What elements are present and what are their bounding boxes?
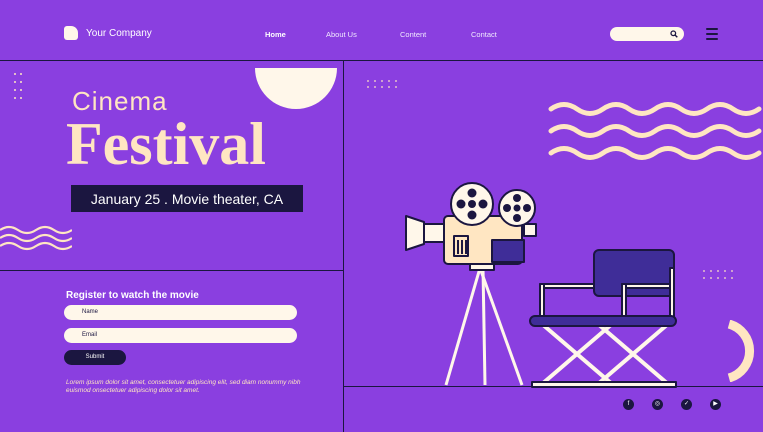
name-field[interactable]: Name xyxy=(64,305,297,320)
facebook-icon[interactable]: f xyxy=(623,399,634,410)
event-date-text: January 25 . Movie theater, CA xyxy=(90,190,284,207)
event-date-banner: January 25 . Movie theater, CA xyxy=(71,185,303,212)
nav-about-us[interactable]: About Us xyxy=(326,30,357,39)
film-camera-illustration xyxy=(405,182,537,386)
landing-page: Your Company Home About Us Content Conta… xyxy=(0,0,763,432)
search-input[interactable] xyxy=(610,27,684,41)
submit-button[interactable]: Submit xyxy=(64,350,126,365)
vertical-divider xyxy=(343,60,344,432)
dots-decoration-top xyxy=(367,80,397,88)
email-field[interactable]: Email xyxy=(64,328,297,343)
dots-decoration xyxy=(14,73,22,99)
nav-content[interactable]: Content xyxy=(400,30,426,39)
header-divider xyxy=(0,60,763,61)
hero-title-large: Festival xyxy=(66,111,266,177)
youtube-icon[interactable]: ▶ xyxy=(710,399,721,410)
left-section-divider xyxy=(0,270,343,271)
register-description: Lorem ipsum dolor sit amet, consectetuer… xyxy=(66,379,301,394)
director-chair-illustration xyxy=(529,249,677,388)
nav-home[interactable]: Home xyxy=(265,30,286,39)
half-circle-decoration xyxy=(255,68,337,109)
nav-contact[interactable]: Contact xyxy=(471,30,497,39)
hamburger-menu-icon[interactable] xyxy=(706,28,718,40)
dots-decoration-right xyxy=(703,270,733,279)
arc-decoration xyxy=(727,320,755,382)
twitter-icon[interactable]: ✓ xyxy=(681,399,692,410)
waves-decoration-left xyxy=(0,225,72,251)
waves-decoration-right xyxy=(548,102,762,160)
search-icon[interactable] xyxy=(670,30,678,38)
register-title: Register to watch the movie xyxy=(66,290,199,301)
instagram-icon[interactable]: ◎ xyxy=(652,399,663,410)
